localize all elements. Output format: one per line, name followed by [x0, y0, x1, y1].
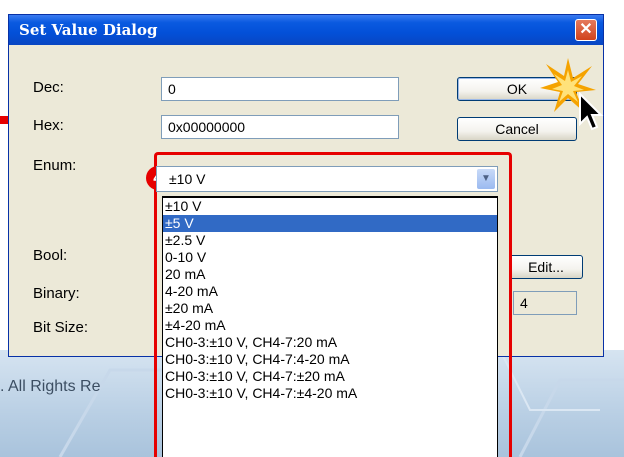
- close-icon[interactable]: ✕: [575, 19, 597, 41]
- list-item[interactable]: ±2.5 V: [163, 232, 497, 249]
- list-item[interactable]: ±4-20 mA: [163, 317, 497, 334]
- bit-size-label: Bit Size:: [33, 319, 89, 336]
- hex-field[interactable]: 0x00000000: [161, 115, 399, 139]
- dialog-titlebar: Set Value Dialog ✕: [9, 15, 603, 45]
- list-item[interactable]: CH0-3:±10 V, CH4-7:20 mA: [163, 334, 497, 351]
- list-item[interactable]: ±20 mA: [163, 300, 497, 317]
- list-item[interactable]: 20 mA: [163, 266, 497, 283]
- binary-label: Binary:: [33, 285, 80, 302]
- enum-dropdown-list[interactable]: ±10 V ±5 V ±2.5 V 0-10 V 20 mA 4-20 mA ±…: [162, 196, 498, 457]
- mouse-cursor-icon: [579, 92, 604, 131]
- cancel-button[interactable]: Cancel: [457, 117, 577, 141]
- enum-label: Enum:: [33, 157, 77, 174]
- bool-label: Bool:: [33, 247, 68, 264]
- list-item[interactable]: ±5 V: [163, 215, 497, 232]
- bit-size-field: 4: [513, 291, 577, 315]
- slide-background-top: [0, 0, 624, 14]
- dec-field[interactable]: 0: [161, 77, 399, 101]
- list-item[interactable]: CH0-3:±10 V, CH4-7:±20 mA: [163, 368, 497, 385]
- enum-combobox[interactable]: ±10 V ▼: [156, 166, 498, 192]
- list-item[interactable]: ±10 V: [163, 198, 497, 215]
- dialog-title: Set Value Dialog: [19, 21, 158, 39]
- edit-button[interactable]: Edit...: [509, 255, 583, 279]
- list-item[interactable]: 4-20 mA: [163, 283, 497, 300]
- list-item[interactable]: CH0-3:±10 V, CH4-7:±4-20 mA: [163, 385, 497, 402]
- chevron-down-icon[interactable]: ▼: [477, 169, 495, 189]
- list-item[interactable]: 0-10 V: [163, 249, 497, 266]
- list-item[interactable]: CH0-3:±10 V, CH4-7:4-20 mA: [163, 351, 497, 368]
- enum-selected-value: ±10 V: [169, 171, 206, 187]
- dec-label: Dec:: [33, 79, 64, 96]
- copyright-text: . All Rights Re: [0, 378, 101, 395]
- hex-label: Hex:: [33, 117, 64, 134]
